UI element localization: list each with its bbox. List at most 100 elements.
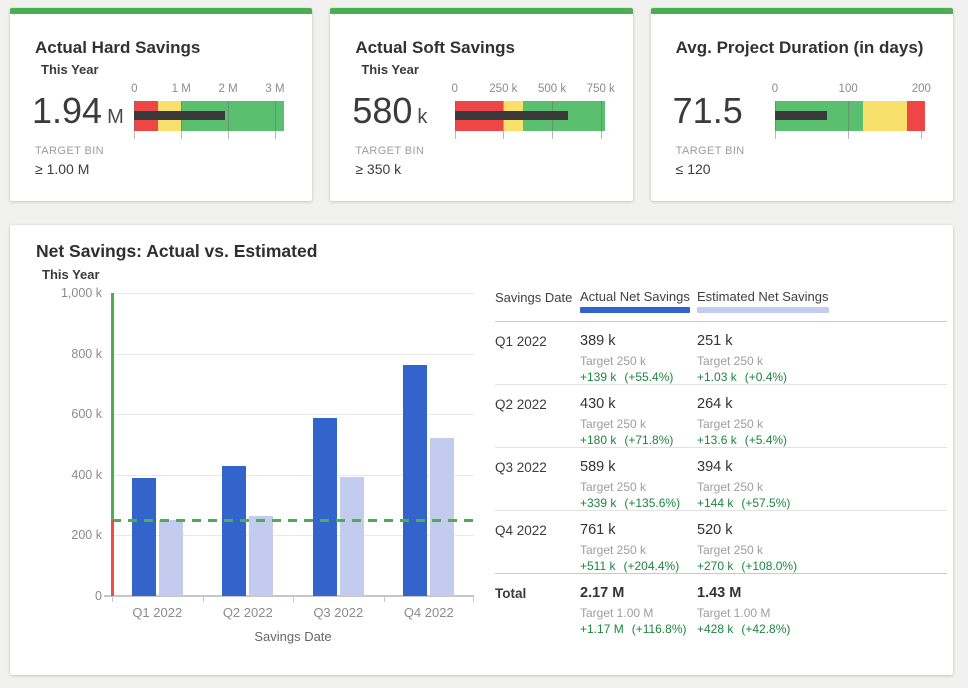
bar-estimated[interactable]	[249, 516, 273, 596]
bullet-axis-label: 3 M	[265, 83, 284, 95]
bullet-tick	[134, 101, 135, 139]
bullet-chart: 0250 k500 k750 k	[455, 83, 605, 139]
metric-actual: 430 k Target 250 k +180 k(+71.8%)	[580, 396, 697, 447]
bullet-axis-labels: 0100200	[775, 83, 925, 97]
kpi-body: 1.94 M 01 M2 M3 M	[32, 82, 284, 140]
gridline	[112, 354, 474, 355]
variance-pct: (+116.8%)	[632, 622, 687, 636]
table-row-q2[interactable]: Q2 2022 430 k Target 250 k +180 k(+71.8%…	[495, 384, 947, 447]
card-accent-bar	[10, 8, 312, 14]
table-row-q1[interactable]: Q1 2022 389 k Target 250 k +139 k(+55.4%…	[495, 322, 947, 384]
column-header-actual: Actual Net Savings	[580, 289, 690, 313]
bullet-bar	[455, 101, 605, 131]
metric-estimated: 251 k Target 250 k +1.03 k(+0.4%)	[697, 333, 947, 384]
metric-target: Target 1.00 M	[697, 606, 947, 620]
metric-estimated: 1.43 M Target 1.00 M +428 k(+42.8%)	[697, 585, 947, 636]
bar-actual[interactable]	[313, 418, 337, 596]
metric-value: 394 k	[697, 459, 947, 476]
table-header: Savings Date Actual Net Savings Estimate…	[495, 289, 947, 322]
metric-variance: +1.17 M(+116.8%)	[580, 622, 697, 636]
bullet-axis-label: 250 k	[489, 83, 517, 95]
bar-actual[interactable]	[403, 365, 427, 596]
metric-target: Target 1.00 M	[580, 606, 697, 620]
x-axis-labels: Q1 2022Q2 2022Q3 2022Q4 2022	[112, 605, 474, 621]
target-bin-label: TARGET BIN	[676, 145, 745, 157]
bullet-tick	[455, 101, 456, 139]
metric-estimated: 394 k Target 250 k +144 k(+57.5%)	[697, 459, 947, 510]
target-bin-value: ≤ 120	[676, 161, 711, 177]
target-bin-value: ≥ 1.00 M	[35, 161, 89, 177]
metric-value: 520 k	[697, 522, 947, 539]
bullet-tick	[552, 101, 553, 139]
variance-pct: (+42.8%)	[741, 622, 790, 636]
metric-variance: +270 k(+108.0%)	[697, 559, 947, 573]
metric-variance: +339 k(+135.6%)	[580, 496, 697, 510]
bullet-axis-label: 0	[451, 83, 457, 95]
bullet-tick	[848, 101, 849, 139]
metric-target: Target 250 k	[580, 543, 697, 557]
bullet-axis-label: 750 k	[587, 83, 615, 95]
bullet-range-warn	[863, 101, 907, 131]
x-axis-category-label: Q2 2022	[203, 605, 294, 620]
row-date: Q3 2022	[495, 459, 580, 510]
bar-estimated[interactable]	[430, 438, 454, 596]
card-accent-bar	[330, 8, 632, 14]
x-axis-tick	[203, 597, 204, 602]
bullet-measure-bar	[134, 111, 225, 120]
card-accent-bar	[651, 8, 953, 14]
y-axis-above-target	[111, 293, 114, 520]
y-axis-labels: 0200 k400 k600 k800 k1,000 k	[10, 293, 102, 596]
y-axis-tick-label: 400 k	[71, 468, 102, 482]
kpi-value-unit: k	[417, 106, 427, 129]
kpi-value-number: 1.94	[32, 90, 102, 132]
y-axis-tick-label: 0	[95, 589, 102, 603]
bar-actual[interactable]	[222, 466, 246, 596]
bullet-axis-labels: 0250 k500 k750 k	[455, 83, 605, 97]
bullet-measure-bar	[455, 111, 568, 120]
metric-variance: +180 k(+71.8%)	[580, 433, 697, 447]
metric-variance: +1.03 k(+0.4%)	[697, 370, 947, 384]
y-axis-tick-label: 200 k	[71, 528, 102, 542]
kpi-card-avg-project-duration: Avg. Project Duration (in days) 71.5 010…	[651, 8, 953, 201]
metric-value: 389 k	[580, 333, 697, 350]
kpi-body: 71.5 0100200	[673, 82, 925, 140]
metric-target: Target 250 k	[580, 417, 697, 431]
bullet-bar	[134, 101, 284, 131]
table-row-total[interactable]: Total 2.17 M Target 1.00 M +1.17 M(+116.…	[495, 573, 947, 636]
kpi-value-number: 580	[352, 90, 412, 132]
metric-actual: 761 k Target 250 k +511 k(+204.4%)	[580, 522, 697, 573]
kpi-row: Actual Hard Savings This Year 1.94 M 01 …	[10, 8, 953, 201]
net-savings-card: Net Savings: Actual vs. Estimated This Y…	[10, 225, 953, 675]
variance-pct: (+55.4%)	[624, 370, 673, 384]
bullet-tick	[921, 101, 922, 139]
row-date: Q1 2022	[495, 333, 580, 384]
y-axis-tick-label: 1,000 k	[61, 286, 102, 300]
bullet-tick	[601, 101, 602, 139]
target-bin-value: ≥ 350 k	[355, 161, 401, 177]
kpi-value: 1.94 M	[32, 90, 124, 132]
kpi-card-actual-soft-savings: Actual Soft Savings This Year 580 k 0250…	[330, 8, 632, 201]
x-axis-tick	[473, 597, 474, 602]
bullet-tick	[275, 101, 276, 139]
x-axis-category-label: Q1 2022	[112, 605, 203, 620]
metric-variance: +139 k(+55.4%)	[580, 370, 697, 384]
table-row-q4[interactable]: Q4 2022 761 k Target 250 k +511 k(+204.4…	[495, 510, 947, 573]
summary-table: Savings Date Actual Net Savings Estimate…	[495, 289, 947, 636]
variance-pct: (+0.4%)	[745, 370, 787, 384]
bullet-axis-label: 500 k	[538, 83, 566, 95]
header-underline-estimated	[697, 307, 829, 313]
bullet-tick	[775, 101, 776, 139]
bar-estimated[interactable]	[159, 520, 183, 596]
variance-delta: +339 k	[580, 496, 616, 510]
column-header-label: Estimated Net Savings	[697, 289, 829, 304]
bar-actual[interactable]	[132, 478, 156, 596]
bar-estimated[interactable]	[340, 477, 364, 596]
y-axis-tick-label: 800 k	[71, 347, 102, 361]
chart-title: Net Savings: Actual vs. Estimated	[36, 241, 317, 262]
table-row-q3[interactable]: Q3 2022 589 k Target 250 k +339 k(+135.6…	[495, 447, 947, 510]
variance-pct: (+5.4%)	[745, 433, 787, 447]
y-axis-tick-label: 600 k	[71, 407, 102, 421]
bullet-measure-bar	[775, 111, 827, 120]
column-header-label: Actual Net Savings	[580, 289, 690, 304]
kpi-title: Avg. Project Duration (in days)	[676, 38, 924, 58]
